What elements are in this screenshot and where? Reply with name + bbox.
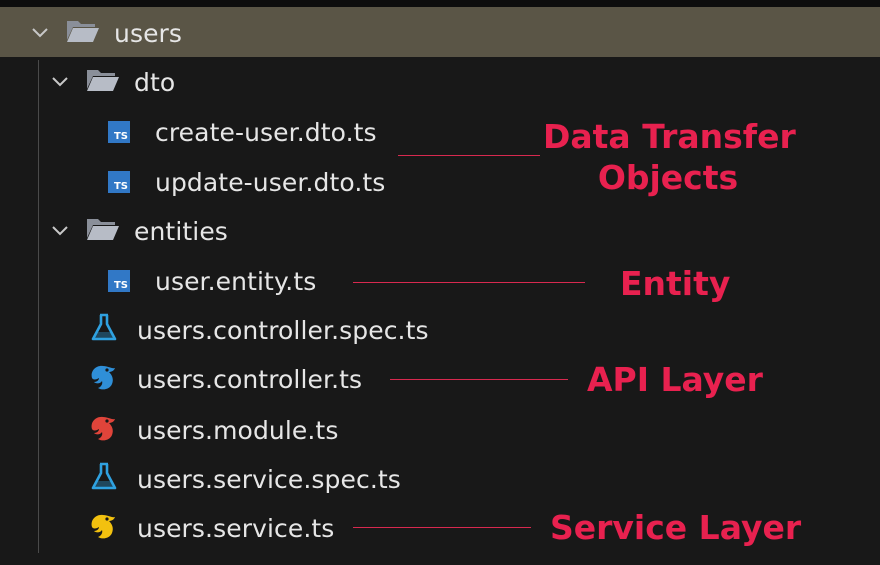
ts-badge-text: TS <box>113 280 128 291</box>
tree-item-users-service-spec[interactable]: users.service.spec.ts <box>90 459 401 499</box>
tree-item-users-controller-spec[interactable]: users.controller.spec.ts <box>90 310 429 350</box>
tree-item-label: entities <box>134 216 228 246</box>
typescript-icon: TS <box>108 121 130 143</box>
tree-item-users-service[interactable]: users.service.ts <box>88 508 334 548</box>
typescript-icon: TS <box>108 270 130 292</box>
tree-item-entities-folder[interactable]: entities <box>50 211 228 251</box>
typescript-icon: TS <box>108 171 130 193</box>
annotation-line-service <box>353 527 531 528</box>
test-flask-icon <box>90 462 118 496</box>
tree-item-label: users.service.spec.ts <box>137 464 401 494</box>
annotation-dto: Data Transfer Objects <box>543 116 796 198</box>
tree-item-users-folder[interactable]: users <box>30 13 182 53</box>
nest-controller-icon <box>88 362 120 396</box>
folder-open-icon <box>86 67 120 97</box>
annotation-service-layer: Service Layer <box>550 508 802 547</box>
tree-item-label: users <box>114 18 183 48</box>
tree-item-label: dto <box>134 67 176 97</box>
chevron-down-icon[interactable] <box>50 221 70 241</box>
tree-item-users-controller[interactable]: users.controller.ts <box>88 359 362 399</box>
tree-item-update-user-dto[interactable]: TS update-user.dto.ts <box>108 162 385 202</box>
tree-item-label: user.entity.ts <box>155 266 317 296</box>
tree-item-label: update-user.dto.ts <box>155 167 386 197</box>
annotation-entity: Entity <box>620 264 731 303</box>
chevron-down-icon[interactable] <box>50 72 70 92</box>
ts-badge-text: TS <box>113 131 128 142</box>
tree-item-dto-folder[interactable]: dto <box>50 62 175 102</box>
nest-service-icon <box>88 511 120 545</box>
tree-item-label: users.controller.ts <box>137 364 363 394</box>
tree-item-create-user-dto[interactable]: TS create-user.dto.ts <box>108 112 377 152</box>
tree-item-label: create-user.dto.ts <box>155 117 377 147</box>
nest-module-icon <box>88 413 120 447</box>
tree-item-label: users.service.ts <box>137 513 335 543</box>
folder-open-icon <box>86 216 120 246</box>
annotation-dto-line1: Data Transfer <box>543 117 796 156</box>
indent-guide <box>38 60 39 553</box>
annotation-line-entity <box>353 282 585 283</box>
test-flask-icon <box>90 313 118 347</box>
tree-item-label: users.controller.spec.ts <box>137 315 429 345</box>
annotation-dto-line2: Objects <box>597 158 739 197</box>
folder-open-icon <box>66 18 100 48</box>
chevron-down-icon[interactable] <box>30 23 50 43</box>
tree-item-user-entity[interactable]: TS user.entity.ts <box>108 261 316 301</box>
tree-item-label: users.module.ts <box>137 415 339 445</box>
annotation-line-dto <box>398 155 540 156</box>
next-item-icon-partial <box>70 558 94 565</box>
ts-badge-text: TS <box>113 181 128 192</box>
tree-item-users-module[interactable]: users.module.ts <box>88 410 338 450</box>
annotation-api-layer: API Layer <box>587 360 763 399</box>
annotation-line-api <box>390 379 568 380</box>
